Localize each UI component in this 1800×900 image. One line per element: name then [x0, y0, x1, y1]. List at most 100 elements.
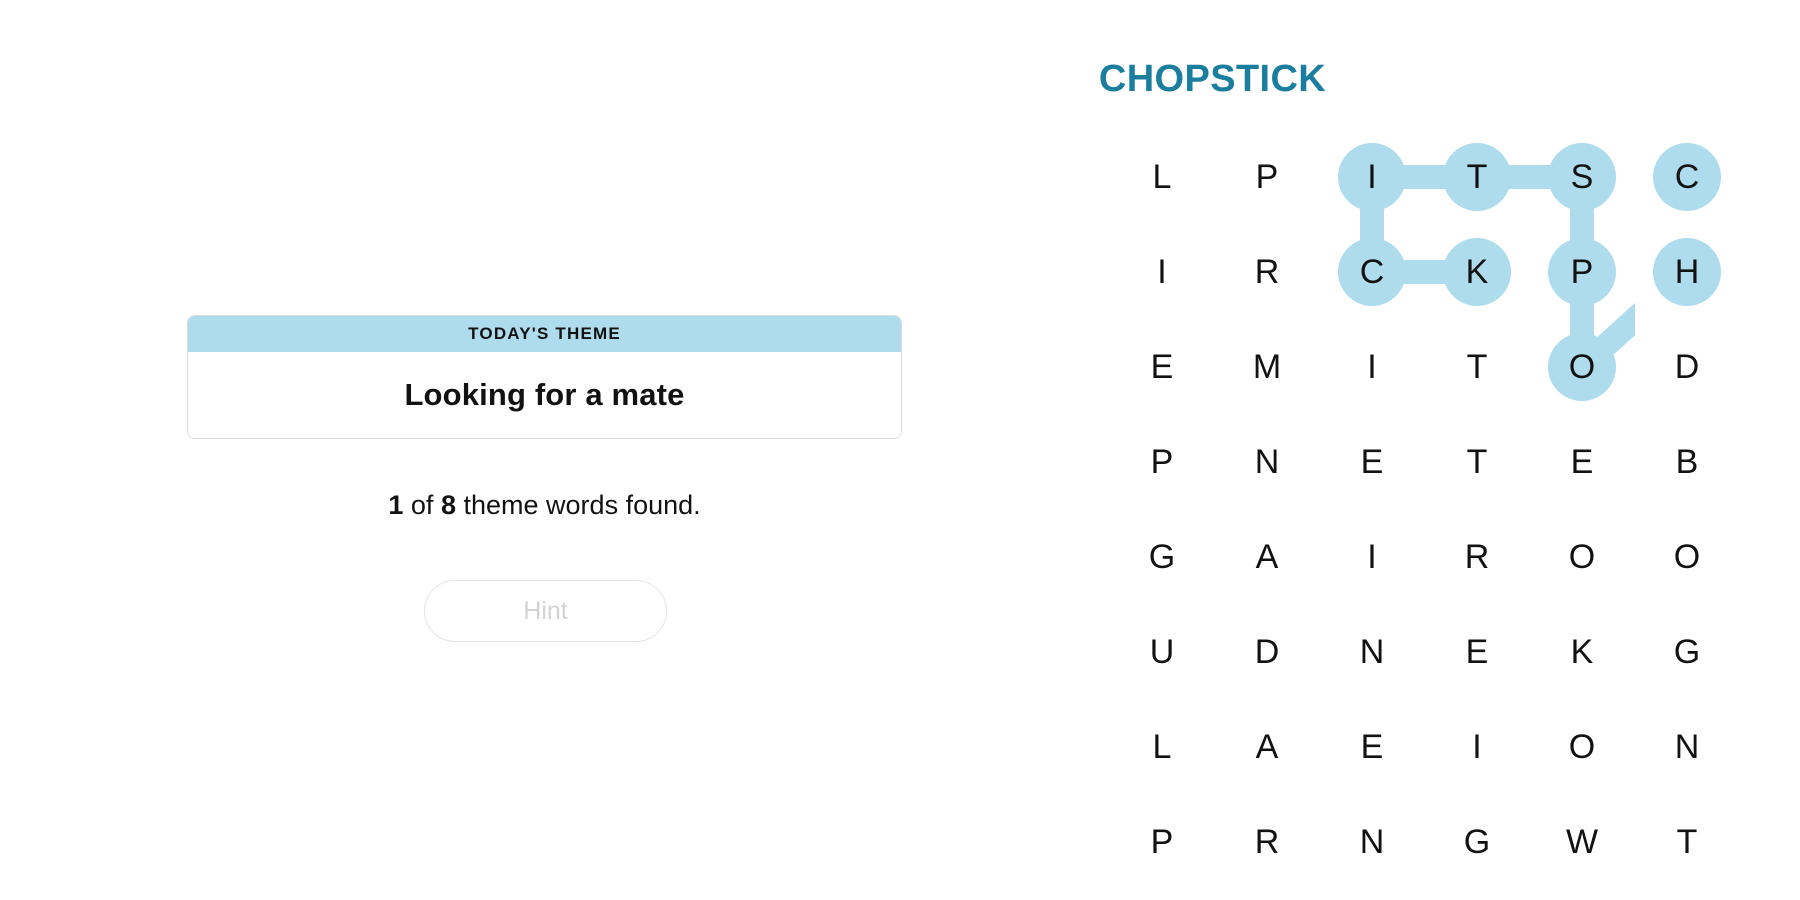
grid-cell-letter: R [1464, 537, 1490, 576]
grid-cell-letter: D [1674, 347, 1700, 386]
grid-cell-r3-c2[interactable]: M [1233, 333, 1301, 401]
grid-cell-r1-c5[interactable]: S [1548, 143, 1616, 211]
grid-cell-r1-c6[interactable]: C [1653, 143, 1721, 211]
grid-cell-letter: H [1674, 252, 1700, 291]
grid-cell-r5-c3[interactable]: I [1338, 523, 1406, 591]
grid-cell-r7-c4[interactable]: I [1443, 713, 1511, 781]
grid-cell-r4-c2[interactable]: N [1233, 428, 1301, 496]
grid-cell-letter: N [1359, 632, 1385, 671]
grid-cell-r4-c5[interactable]: E [1548, 428, 1616, 496]
grid-cell-r3-c4[interactable]: T [1443, 333, 1511, 401]
grid-cell-letter: L [1152, 727, 1172, 766]
grid-cell-r2-c3[interactable]: C [1338, 238, 1406, 306]
grid-cell-letter: R [1254, 252, 1280, 291]
grid-cell-r6-c4[interactable]: E [1443, 618, 1511, 686]
letter-grid[interactable]: L P I T S C I R C K P H E M I T O D P N E T E B G A I R O O U D N E K G L A E I… [1110, 143, 1721, 861]
grid-cell-r4-c1[interactable]: P [1128, 428, 1196, 496]
grid-cell-letter: E [1360, 727, 1384, 766]
grid-cell-r3-c5[interactable]: O [1548, 333, 1616, 401]
grid-cell-letter: G [1148, 537, 1176, 576]
grid-cell-letter: C [1359, 252, 1385, 291]
grid-cell-r1-c4[interactable]: T [1443, 143, 1511, 211]
progress-found-count: 1 [388, 490, 404, 520]
grid-cell-letter: M [1252, 347, 1282, 386]
grid-cell-r7-c1[interactable]: L [1128, 713, 1196, 781]
grid-cell-r8-c5[interactable]: W [1548, 808, 1616, 876]
grid-cell-letter: T [1676, 822, 1698, 861]
grid-cell-r5-c6[interactable]: O [1653, 523, 1721, 591]
theme-card-header-label: TODAY'S THEME [468, 324, 621, 343]
grid-cell-letter: R [1254, 822, 1280, 861]
theme-words-progress: 1 of 8 theme words found. [187, 490, 902, 521]
grid-cell-letter: P [1150, 822, 1174, 861]
grid-cell-letter: O [1568, 537, 1596, 576]
grid-cell-r1-c3[interactable]: I [1338, 143, 1406, 211]
grid-cell-r7-c6[interactable]: N [1653, 713, 1721, 781]
grid-cell-letter: G [1673, 632, 1701, 671]
grid-cell-r6-c3[interactable]: N [1338, 618, 1406, 686]
grid-cell-r1-c1[interactable]: L [1128, 143, 1196, 211]
todays-theme-card: TODAY'S THEME Looking for a mate [187, 315, 902, 439]
grid-cell-letter: W [1565, 822, 1599, 861]
grid-cell-r4-c6[interactable]: B [1653, 428, 1721, 496]
grid-cell-r1-c2[interactable]: P [1233, 143, 1301, 211]
grid-cell-r2-c5[interactable]: P [1548, 238, 1616, 306]
progress-total-count: 8 [440, 490, 456, 520]
grid-cell-r5-c5[interactable]: O [1548, 523, 1616, 591]
grid-cell-letter: S [1570, 157, 1594, 196]
grid-cell-r7-c2[interactable]: A [1233, 713, 1301, 781]
grid-cell-letter: I [1157, 252, 1167, 291]
grid-cell-r8-c3[interactable]: N [1338, 808, 1406, 876]
hint-button-label: Hint [523, 596, 568, 625]
grid-cell-r7-c5[interactable]: O [1548, 713, 1616, 781]
grid-cell-letter: C [1674, 157, 1700, 196]
grid-cell-r6-c1[interactable]: U [1128, 618, 1196, 686]
grid-cell-letter: E [1465, 632, 1489, 671]
grid-cell-r8-c2[interactable]: R [1233, 808, 1301, 876]
grid-cell-letter: B [1675, 442, 1699, 481]
grid-cell-r3-c3[interactable]: I [1338, 333, 1406, 401]
progress-suffix-label: theme words found. [463, 490, 701, 520]
grid-cell-letter: N [1254, 442, 1280, 481]
grid-cell-r2-c4[interactable]: K [1443, 238, 1511, 306]
grid-cell-letter: E [1570, 442, 1594, 481]
grid-cell-letter: O [1673, 537, 1701, 576]
grid-cell-letter: I [1367, 537, 1377, 576]
board-panel: CHOPSTICK L P I T S C I R C K P H E M I T O D P N E T E B G A I R O O… [900, 0, 1800, 900]
grid-cell-letter: T [1466, 442, 1488, 481]
grid-cell-letter: N [1674, 727, 1700, 766]
grid-cell-r6-c2[interactable]: D [1233, 618, 1301, 686]
theme-clue-text: Looking for a mate [404, 377, 685, 412]
grid-cell-letter: I [1472, 727, 1482, 766]
grid-cell-letter: D [1254, 632, 1280, 671]
grid-cell-letter: N [1359, 822, 1385, 861]
grid-cell-r5-c4[interactable]: R [1443, 523, 1511, 591]
grid-cell-letter: G [1463, 822, 1491, 861]
grid-cell-letter: I [1367, 157, 1377, 196]
grid-cell-r2-c1[interactable]: I [1128, 238, 1196, 306]
grid-cell-letter: P [1255, 157, 1279, 196]
found-word-title: CHOPSTICK [1098, 58, 1327, 100]
grid-cell-r6-c6[interactable]: G [1653, 618, 1721, 686]
grid-cell-r7-c3[interactable]: E [1338, 713, 1406, 781]
grid-cell-letter: K [1465, 252, 1489, 291]
grid-cell-r2-c2[interactable]: R [1233, 238, 1301, 306]
grid-cell-r6-c5[interactable]: K [1548, 618, 1616, 686]
grid-cell-letter: L [1152, 157, 1172, 196]
grid-cell-letter: P [1150, 442, 1174, 481]
grid-cell-r2-c6[interactable]: H [1653, 238, 1721, 306]
grid-cell-r8-c1[interactable]: P [1128, 808, 1196, 876]
grid-cell-r4-c4[interactable]: T [1443, 428, 1511, 496]
grid-cell-letter: E [1360, 442, 1384, 481]
hint-button[interactable]: Hint [424, 580, 667, 642]
info-panel: TODAY'S THEME Looking for a mate 1 of 8 … [0, 0, 902, 900]
grid-cell-r8-c6[interactable]: T [1653, 808, 1721, 876]
grid-cell-r5-c2[interactable]: A [1233, 523, 1301, 591]
progress-of-label: of [410, 490, 434, 520]
grid-cell-r4-c3[interactable]: E [1338, 428, 1406, 496]
grid-cell-letter: K [1570, 632, 1594, 671]
grid-cell-r3-c6[interactable]: D [1653, 333, 1721, 401]
grid-cell-r5-c1[interactable]: G [1128, 523, 1196, 591]
grid-cell-r3-c1[interactable]: E [1128, 333, 1196, 401]
grid-cell-r8-c4[interactable]: G [1443, 808, 1511, 876]
